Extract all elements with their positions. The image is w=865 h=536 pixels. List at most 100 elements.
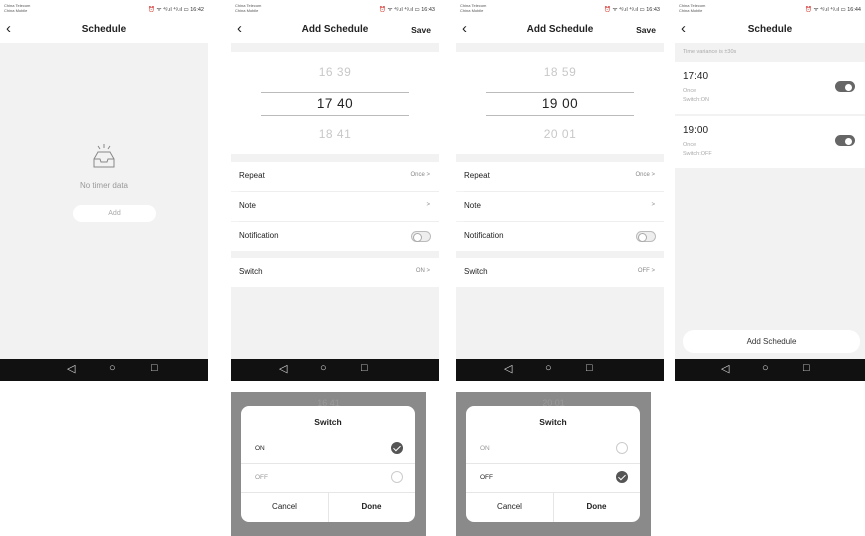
- switch-value: OFF >: [637, 268, 655, 274]
- screen-schedule-empty: China Telecom China Mobile ⏰ ᯤ ⁴ᵍ.ıl ⁴ᵍ.…: [0, 0, 208, 381]
- switch-dialog: Switch ON OFF Cancel Done: [241, 406, 415, 522]
- nav-back-icon[interactable]: ◁: [504, 362, 512, 375]
- nav-back-icon[interactable]: ◁: [721, 362, 729, 375]
- picker-line-top: [261, 92, 409, 93]
- screen-add-schedule-on: China Telecom China Mobile ⏰ ᯤ ⁴ᵍ.ıl ⁴ᵍ.…: [231, 0, 439, 381]
- schedule-repeat: Once: [683, 142, 697, 148]
- carrier-label: China Telecom China Mobile: [4, 3, 31, 13]
- add-button[interactable]: Add: [73, 205, 156, 222]
- switch-label: Switch: [464, 267, 488, 276]
- done-button[interactable]: Done: [328, 492, 415, 522]
- option-on[interactable]: ON: [241, 435, 415, 463]
- picker-below[interactable]: 18 41: [231, 127, 439, 141]
- picker-line-bottom: [261, 115, 409, 116]
- option-off[interactable]: OFF: [466, 464, 640, 492]
- nav-recent-icon[interactable]: □: [361, 362, 368, 374]
- notification-row: Notification: [456, 222, 664, 251]
- time-picker[interactable]: 18 59 19 00 20 01: [456, 52, 664, 154]
- dialog-title: Switch: [539, 417, 567, 427]
- status-icons: ⏰ ᯤ ⁴ᵍ.ıl ⁴ᵍ.ıl ▭ 16:42: [148, 7, 204, 13]
- system-nav-bar: ◁ ○ □: [0, 359, 208, 381]
- note-chevron: >: [651, 202, 655, 208]
- radio-empty-icon[interactable]: [391, 471, 403, 483]
- status-icons: ⏰ ᯤ ⁴ᵍ.ıl ⁴ᵍ.ıl ▭ 16:43: [604, 7, 660, 13]
- empty-inbox-icon: [93, 144, 115, 168]
- option-label: ON: [480, 445, 490, 452]
- option-on[interactable]: ON: [466, 435, 640, 463]
- nav-recent-icon[interactable]: □: [586, 362, 593, 374]
- picker-selected[interactable]: 19 00: [456, 96, 664, 111]
- check-circle-icon[interactable]: [391, 442, 403, 454]
- switch-dialog-overlay: 20 01 Switch ON OFF Cancel Done: [456, 392, 651, 536]
- cancel-button[interactable]: Cancel: [241, 492, 328, 522]
- schedule-item[interactable]: 19:00 Once Switch:OFF: [675, 116, 865, 168]
- schedule-enable-toggle[interactable]: [835, 81, 855, 92]
- nav-home-icon[interactable]: ○: [762, 362, 769, 374]
- cancel-button[interactable]: Cancel: [466, 492, 553, 522]
- note-label: Note: [239, 201, 256, 210]
- switch-label: Switch: [239, 267, 263, 276]
- add-schedule-button[interactable]: Add Schedule: [683, 330, 860, 353]
- save-button[interactable]: Save: [636, 25, 656, 35]
- notification-label: Notification: [464, 231, 504, 240]
- page-title: Schedule: [81, 24, 127, 35]
- header: ‹ Add Schedule Save: [231, 18, 439, 43]
- schedule-item[interactable]: 17:40 Once Switch:ON: [675, 62, 865, 114]
- status-bar: China Telecom China Mobile ⏰ ᯤ ⁴ᵍ.ıl ⁴ᵍ.…: [675, 0, 865, 18]
- option-off[interactable]: OFF: [241, 464, 415, 492]
- toggle-knob: [844, 137, 853, 146]
- picker-above[interactable]: 18 59: [456, 65, 664, 79]
- repeat-value: Once >: [635, 172, 655, 178]
- picker-below[interactable]: 20 01: [456, 127, 664, 141]
- page-title: Add Schedule: [301, 24, 369, 35]
- switch-dialog: Switch ON OFF Cancel Done: [466, 406, 640, 522]
- status-bar: China Telecom China Mobile ⏰ ᯤ ⁴ᵍ.ıl ⁴ᵍ.…: [231, 0, 439, 18]
- repeat-row[interactable]: Repeat Once >: [231, 162, 439, 191]
- nav-home-icon[interactable]: ○: [320, 362, 327, 374]
- carrier-label: China Telecom China Mobile: [460, 3, 487, 13]
- option-label: ON: [255, 445, 265, 452]
- nav-back-icon[interactable]: ◁: [279, 362, 287, 375]
- notification-toggle[interactable]: [411, 231, 431, 242]
- repeat-value: Once >: [410, 172, 430, 178]
- nav-home-icon[interactable]: ○: [109, 362, 116, 374]
- nav-recent-icon[interactable]: □: [151, 362, 158, 374]
- carrier-label: China Telecom China Mobile: [679, 3, 706, 13]
- page-title: Schedule: [747, 24, 793, 35]
- picker-line-top: [486, 92, 634, 93]
- done-button[interactable]: Done: [553, 492, 640, 522]
- picker-line-bottom: [486, 115, 634, 116]
- picker-above[interactable]: 16 39: [231, 65, 439, 79]
- header: ‹ Add Schedule Save: [456, 18, 664, 43]
- switch-row[interactable]: Switch ON >: [231, 258, 439, 287]
- switch-dialog-overlay: 16 41 Switch ON OFF Cancel Done: [231, 392, 426, 536]
- check-circle-icon[interactable]: [616, 471, 628, 483]
- system-nav-bar: ◁ ○ □: [456, 359, 664, 381]
- schedule-enable-toggle[interactable]: [835, 135, 855, 146]
- empty-state-text: No timer data: [79, 181, 129, 190]
- header: ‹ Schedule: [0, 18, 208, 43]
- nav-home-icon[interactable]: ○: [545, 362, 552, 374]
- note-row[interactable]: Note >: [456, 192, 664, 221]
- nav-recent-icon[interactable]: □: [803, 362, 810, 374]
- screen-schedule-list: China Telecom China Mobile ⏰ ᯤ ⁴ᵍ.ıl ⁴ᵍ.…: [675, 0, 865, 381]
- nav-back-icon[interactable]: ◁: [67, 362, 75, 375]
- status-icons: ⏰ ᯤ ⁴ᵍ.ıl ⁴ᵍ.ıl ▭ 16:44: [805, 7, 861, 13]
- save-button[interactable]: Save: [411, 25, 431, 35]
- time-variance-note: Time variance is ±30s: [683, 49, 737, 55]
- system-nav-bar: ◁ ○ □: [675, 359, 865, 381]
- switch-row[interactable]: Switch OFF >: [456, 258, 664, 287]
- notification-toggle[interactable]: [636, 231, 656, 242]
- schedule-time: 19:00: [683, 125, 709, 136]
- repeat-row[interactable]: Repeat Once >: [456, 162, 664, 191]
- note-chevron: >: [426, 202, 430, 208]
- picker-selected[interactable]: 17 40: [231, 96, 439, 111]
- page-title: Add Schedule: [526, 24, 594, 35]
- option-label: OFF: [480, 474, 493, 481]
- dialog-title: Switch: [314, 417, 342, 427]
- radio-empty-icon[interactable]: [616, 442, 628, 454]
- system-nav-bar: ◁ ○ □: [231, 359, 439, 381]
- toggle-knob: [413, 233, 422, 242]
- note-row[interactable]: Note >: [231, 192, 439, 221]
- time-picker[interactable]: 16 39 17 40 18 41: [231, 52, 439, 154]
